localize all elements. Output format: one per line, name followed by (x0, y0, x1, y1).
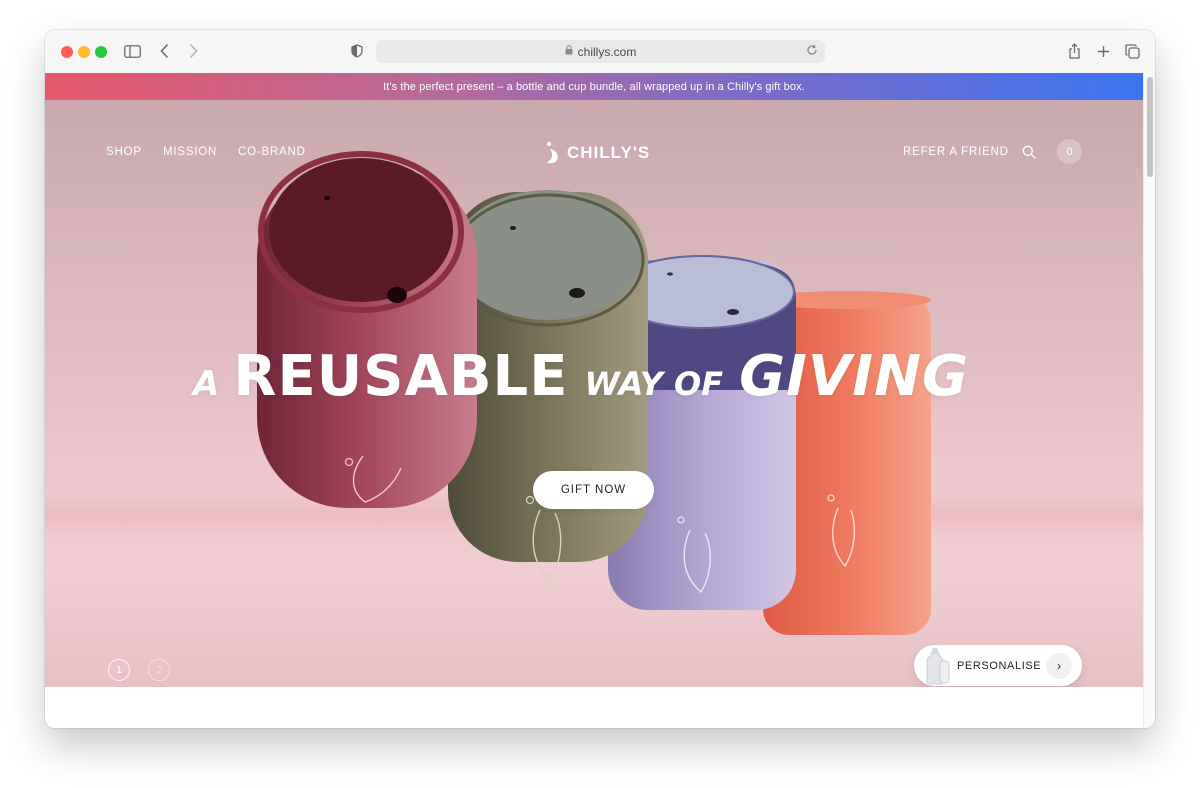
nav-refer-a-friend[interactable]: REFER A FRIEND (903, 146, 1009, 158)
promo-banner[interactable]: It's the perfect present – a bottle and … (45, 73, 1143, 100)
headline-word-giving: GIVING (739, 344, 969, 409)
forward-icon[interactable] (186, 41, 200, 61)
tabs-icon[interactable] (1123, 41, 1141, 61)
shield-icon[interactable] (350, 41, 364, 61)
search-icon[interactable] (1021, 144, 1037, 160)
nav-mission[interactable]: MISSION (163, 146, 217, 158)
reload-icon[interactable] (806, 44, 818, 59)
chevron-right-icon: › (1046, 653, 1072, 679)
bottle-icon (926, 648, 950, 685)
address-bar[interactable]: chillys.com (376, 40, 825, 63)
personalise-label: PERSONALISE (957, 659, 1042, 672)
brand-logo[interactable]: CHILLY'S (545, 140, 650, 166)
lock-icon (565, 45, 573, 58)
headline-word-way-of: WAY OF (584, 365, 724, 403)
share-icon[interactable] (1066, 41, 1082, 61)
sidebar-icon[interactable] (123, 41, 141, 61)
burgundy-cup (257, 151, 477, 508)
cart-button[interactable]: 0 (1057, 139, 1082, 164)
nav-shop[interactable]: SHOP (106, 146, 142, 158)
minimize-window-button[interactable] (78, 46, 90, 58)
slide-dot-2[interactable]: 2 (148, 659, 170, 681)
hero-headline: A REUSABLE WAY OF GIVING (193, 344, 969, 414)
browser-window: chillys.com It's the perfect present – a… (45, 30, 1155, 728)
new-tab-icon[interactable] (1095, 41, 1111, 61)
headline-word-a: A (193, 364, 220, 404)
page-below-hero (45, 687, 1143, 728)
url-text: chillys.com (577, 44, 637, 59)
browser-toolbar: chillys.com (45, 30, 1155, 74)
page-scrollbar[interactable] (1143, 73, 1155, 728)
chillys-logo-mark-icon (546, 141, 558, 164)
cart-count: 0 (1066, 145, 1073, 158)
hero-banner: SHOP MISSION CO-BRAND CHILLY'S REFER A F… (45, 100, 1143, 687)
headline-word-reusable: REUSABLE (233, 344, 569, 409)
gift-now-button[interactable]: GIFT NOW (533, 471, 654, 509)
nav-co-brand[interactable]: CO-BRAND (238, 146, 306, 158)
close-window-button[interactable] (61, 46, 73, 58)
back-icon[interactable] (157, 41, 171, 61)
scrollbar-thumb[interactable] (1147, 77, 1153, 177)
promo-text: It's the perfect present – a bottle and … (383, 80, 805, 93)
personalise-button[interactable]: PERSONALISE › (914, 645, 1082, 686)
zoom-window-button[interactable] (95, 46, 107, 58)
slide-dot-1[interactable]: 1 (108, 659, 130, 681)
brand-name: CHILLY'S (567, 143, 651, 162)
